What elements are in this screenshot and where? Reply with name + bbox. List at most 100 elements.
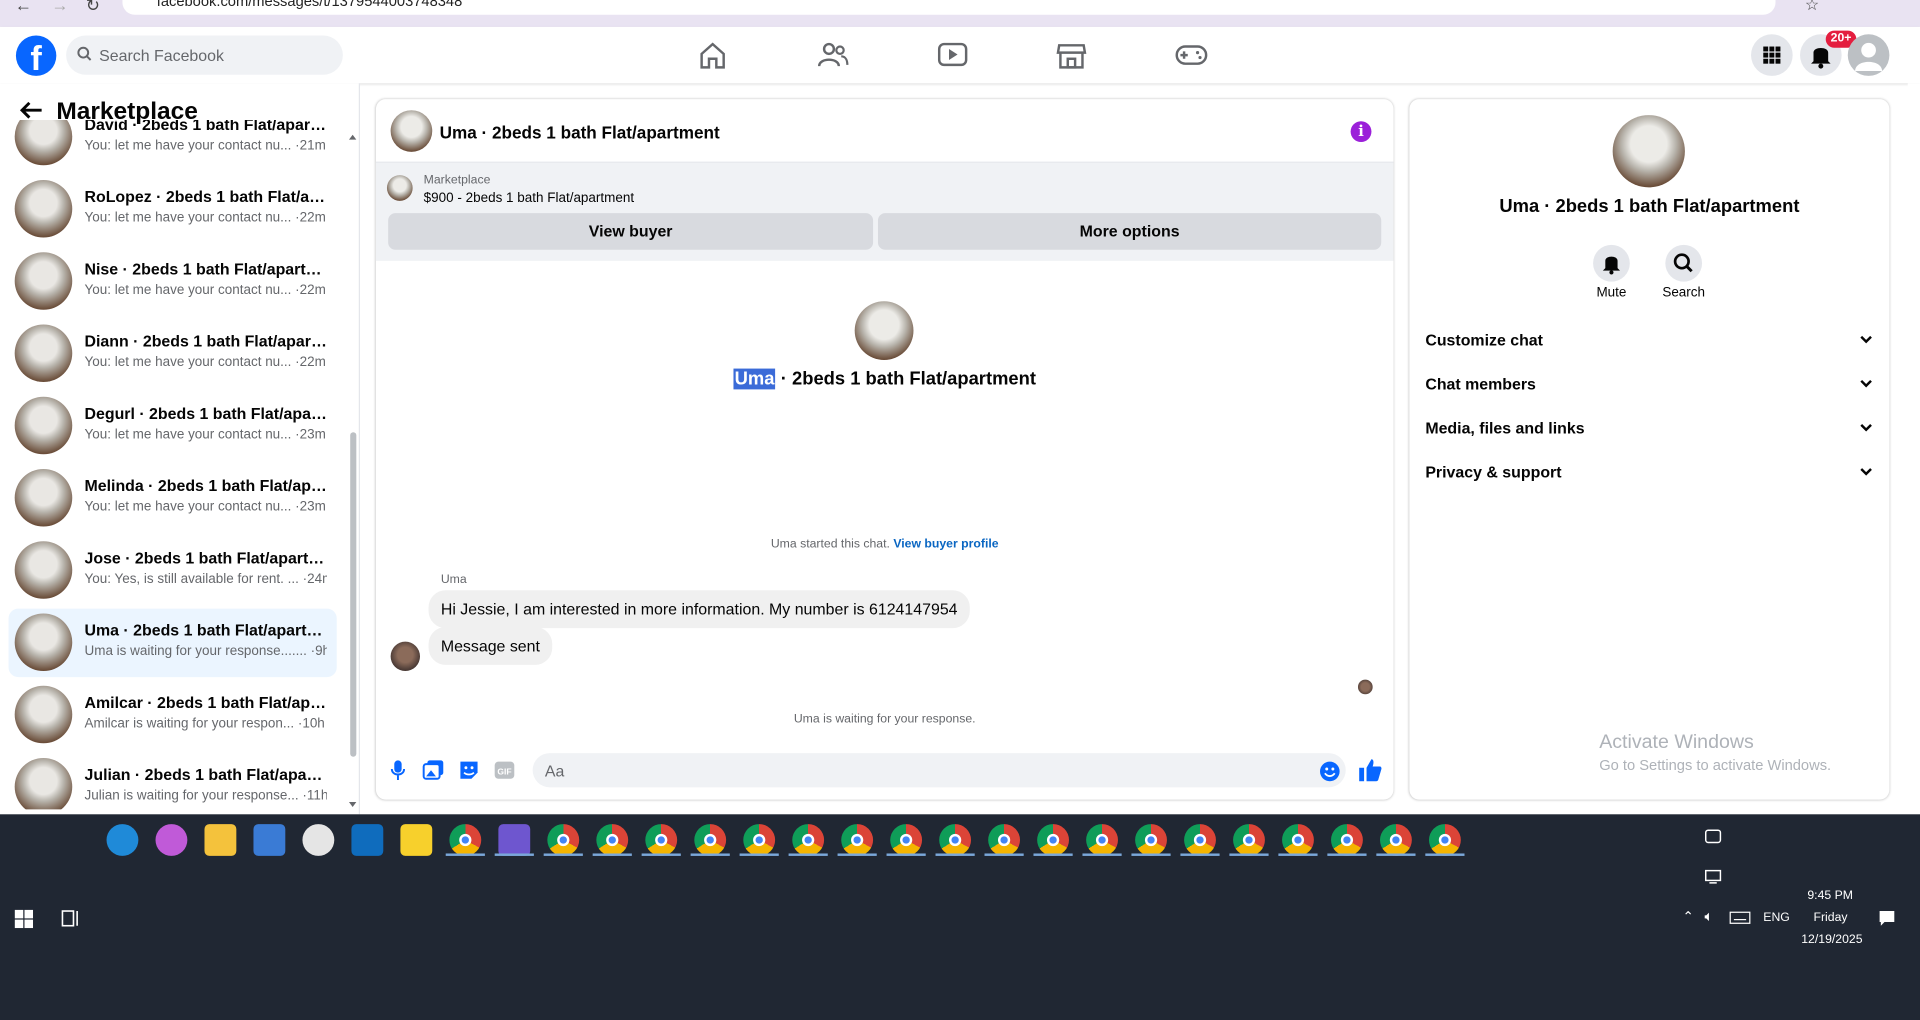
conversation-item[interactable]: Uma · 2beds 1 bath Flat/apartm... Uma is … [8, 608, 337, 678]
chrome-icon[interactable] [743, 824, 776, 856]
chrome-center [655, 833, 668, 847]
chrome-icon[interactable] [1037, 824, 1069, 856]
search-input[interactable] [99, 35, 332, 75]
back-arrow-icon[interactable]: ← [15, 0, 32, 15]
conversation-item[interactable]: Julian · 2beds 1 bath Flat/apart... Julia… [9, 753, 337, 810]
conversation-preview: You: let me have your contact nu... ·22m [84, 211, 326, 226]
media-files-links-section[interactable]: Media, files and links [1425, 410, 1873, 447]
volume-icon[interactable]: 🔈︎ [1705, 907, 1714, 925]
message-bubble[interactable]: Hi Jessie, I am interested in more infor… [428, 590, 970, 629]
video-icon[interactable] [936, 39, 970, 71]
conversation-list-inner: David · 2beds 1 bath Flat/apart... You: l… [0, 120, 345, 810]
chevron-up-icon[interactable]: ⌃ [1682, 909, 1693, 925]
sticky-notes-icon[interactable] [400, 824, 433, 856]
scroll-up-icon[interactable] [348, 132, 358, 142]
listing-thumbnail[interactable] [386, 175, 413, 201]
conversation-item[interactable]: Jose · 2beds 1 bath Flat/apartme... You: … [9, 536, 337, 605]
message-input[interactable] [532, 753, 1346, 788]
meet-now-icon[interactable] [1704, 829, 1722, 844]
chrome-icon[interactable] [1380, 824, 1412, 856]
bookmark-star-icon[interactable]: ☆ [1805, 0, 1819, 15]
address-bar[interactable]: facebook.com/messages/t/1379544003748348 [122, 0, 1776, 15]
buyer-profile-avatar[interactable] [854, 301, 914, 361]
chrome-icon[interactable] [841, 824, 874, 856]
message-bubble[interactable]: Message sent [428, 626, 553, 665]
scroll-down-icon[interactable] [348, 800, 358, 810]
copilot-icon[interactable] [155, 824, 188, 856]
chrome-icon[interactable] [1233, 824, 1265, 856]
store-icon[interactable] [253, 824, 286, 856]
chrome-icon[interactable] [1282, 824, 1314, 856]
conversation-item[interactable]: Nise · 2beds 1 bath Flat/apartme... You: … [9, 247, 337, 316]
facebook-logo-icon[interactable]: f [15, 35, 57, 76]
clock-date[interactable]: 12/19/2025 [1801, 933, 1862, 946]
menu-grid-button[interactable] [1751, 34, 1793, 76]
chrome-icon[interactable] [792, 824, 825, 856]
photo-icon[interactable] [422, 759, 444, 781]
chrome-icon[interactable] [1331, 824, 1363, 856]
windows-start-icon[interactable] [14, 909, 34, 929]
outlook-icon[interactable] [351, 824, 384, 856]
like-icon[interactable] [1358, 758, 1382, 782]
desktop-icon[interactable] [1704, 869, 1722, 884]
task-view-icon[interactable] [61, 910, 81, 927]
marketplace-icon[interactable] [1054, 39, 1088, 71]
back-arrow-icon[interactable] [19, 100, 44, 120]
chrome-icon[interactable] [1086, 824, 1118, 856]
chrome-icon[interactable] [449, 824, 482, 856]
conversation-item[interactable]: Amilcar · 2beds 1 bath Flat/apart... Amil… [9, 681, 337, 750]
emoji-icon[interactable] [1319, 760, 1341, 782]
chrome-icon[interactable] [547, 824, 580, 856]
snipping-tool-icon[interactable] [302, 824, 335, 856]
gaming-icon[interactable] [1174, 39, 1208, 71]
conversation-preview: You: Yes, is still available for rent. .… [84, 572, 326, 587]
chrome-icon[interactable] [645, 824, 678, 856]
search-box[interactable] [66, 35, 343, 75]
sender-avatar[interactable] [390, 641, 421, 672]
chrome-icon[interactable] [988, 824, 1021, 856]
conversation-item[interactable]: Diann · 2beds 1 bath Flat/apart... You: l… [9, 320, 337, 389]
edge-icon[interactable] [106, 824, 139, 856]
chrome-icon[interactable] [890, 824, 923, 856]
chrome-icon[interactable] [596, 824, 629, 856]
clock-day[interactable]: Friday [1813, 911, 1847, 924]
home-icon[interactable] [696, 39, 730, 71]
gif-icon[interactable]: GIF [493, 759, 515, 781]
details-avatar[interactable] [1612, 115, 1685, 188]
file-explorer-icon[interactable] [204, 824, 237, 856]
forward-arrow-icon[interactable]: → [51, 0, 68, 15]
chat-title[interactable]: Uma · 2beds 1 bath Flat/apartment [440, 122, 720, 142]
privacy-support-section[interactable]: Privacy & support [1425, 454, 1873, 491]
chat-members-section[interactable]: Chat members [1425, 366, 1873, 403]
chrome-icon[interactable] [694, 824, 727, 856]
keyboard-icon[interactable] [1729, 911, 1751, 924]
chrome-icon[interactable] [1428, 824, 1461, 856]
microphone-icon[interactable] [390, 759, 406, 781]
mute-button[interactable] [1593, 244, 1630, 282]
search-chat-button[interactable] [1665, 244, 1703, 282]
chrome-icon[interactable] [1184, 824, 1216, 856]
sticker-icon[interactable] [458, 759, 480, 781]
chrome-icon[interactable] [1135, 824, 1167, 856]
chrome-icon[interactable] [939, 824, 972, 856]
customize-chat-section[interactable]: Customize chat [1425, 322, 1873, 359]
language-indicator[interactable]: ENG [1763, 911, 1790, 924]
sidebar-scroll-thumb[interactable] [350, 432, 357, 757]
view-buyer-profile-link[interactable]: View buyer profile [893, 538, 998, 551]
listing-price[interactable]: $900 - 2beds 1 bath Flat/apartment [424, 191, 634, 206]
clock-time[interactable]: 9:45 PM [1807, 889, 1853, 902]
more-options-button[interactable]: More options [877, 213, 1382, 250]
account-avatar[interactable] [1847, 34, 1890, 76]
friends-icon[interactable] [816, 39, 850, 71]
m365-icon[interactable] [498, 824, 531, 856]
conversation-item[interactable]: Degurl · 2beds 1 bath Flat/apart... You: … [9, 392, 337, 461]
view-buyer-button[interactable]: View buyer [388, 213, 874, 250]
reload-icon[interactable]: ↻ [86, 0, 100, 16]
conversation-item[interactable]: Melinda · 2beds 1 bath Flat/apar... You: … [9, 464, 337, 533]
conversation-item[interactable]: RoLopez · 2beds 1 bath Flat/apa... You: l… [9, 175, 337, 244]
notification-center-icon[interactable] [1878, 910, 1895, 927]
page-scrollbar[interactable] [1907, 83, 1920, 815]
conversation-item[interactable]: David · 2beds 1 bath Flat/apart... You: l… [9, 120, 337, 171]
chat-avatar[interactable] [390, 110, 433, 152]
info-icon[interactable]: i [1350, 121, 1372, 143]
